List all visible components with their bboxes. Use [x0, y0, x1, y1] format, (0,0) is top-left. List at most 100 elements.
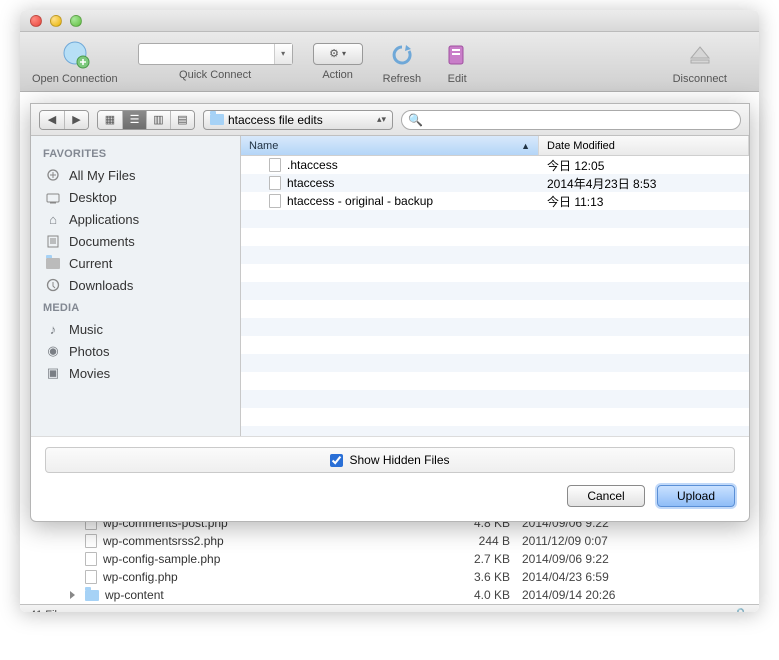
sidebar-item[interactable]: ⌂Applications: [31, 208, 240, 230]
disclosure-triangle-icon[interactable]: [70, 591, 75, 599]
sidebar-icon: [45, 277, 61, 293]
sidebar-item-label: Downloads: [69, 278, 133, 293]
globe-plus-icon: [59, 39, 91, 71]
document-icon: [85, 534, 97, 548]
icon-view-button[interactable]: ▦: [98, 111, 122, 129]
disconnect-label: Disconnect: [673, 73, 727, 85]
file-row[interactable]: htaccess - original - backup 今日 11:13: [241, 192, 749, 210]
sidebar-icon: [45, 167, 61, 183]
document-icon: [269, 194, 281, 208]
view-mode-selector[interactable]: ▦ ☰ ▥ ▤: [97, 110, 195, 130]
coverflow-view-button[interactable]: ▤: [170, 111, 194, 129]
sidebar-icon: [45, 189, 61, 205]
status-bar: 41 Files 🔒: [20, 604, 759, 612]
sidebar-icon: [45, 255, 61, 271]
file-row[interactable]: .htaccess 今日 12:05: [241, 156, 749, 174]
local-file-list: Name ▲ Date Modified .htaccess今日 12:05ht…: [241, 136, 749, 436]
sidebar-item-label: Documents: [69, 234, 135, 249]
folder-icon: [210, 114, 224, 125]
sidebar: FAVORITES All My Files Desktop ⌂Applicatio…: [31, 136, 241, 436]
chevron-updown-icon: ▴▾: [377, 114, 386, 125]
sidebar-item[interactable]: Current: [31, 252, 240, 274]
remote-file-row[interactable]: wp-config.php3.6 KB2014/04/23 6:59: [20, 568, 759, 586]
sidebar-item[interactable]: ♪Music: [31, 318, 240, 340]
refresh-button[interactable]: Refresh: [383, 39, 422, 85]
disconnect-button[interactable]: Disconnect: [673, 39, 727, 85]
refresh-label: Refresh: [383, 73, 422, 85]
file-name: htaccess - original - backup: [287, 194, 433, 208]
open-connection-button[interactable]: Open Connection: [32, 39, 118, 85]
open-connection-label: Open Connection: [32, 73, 118, 85]
file-date: 今日 12:05: [539, 157, 749, 174]
list-view-button[interactable]: ☰: [122, 111, 146, 129]
remote-file-row[interactable]: wp-commentsrss2.php244 B2011/12/09 0:07: [20, 532, 759, 550]
remote-file-row[interactable]: wp-content 4.0 KB2014/09/14 20:26: [20, 586, 759, 604]
edit-button[interactable]: Edit: [441, 39, 473, 85]
sidebar-item[interactable]: Desktop: [31, 186, 240, 208]
show-hidden-label: Show Hidden Files: [349, 453, 449, 467]
sidebar-item[interactable]: Downloads: [31, 274, 240, 296]
close-window-button[interactable]: [30, 15, 42, 27]
edit-label: Edit: [448, 73, 467, 85]
sidebar-icon: [45, 233, 61, 249]
file-date: 2014年4月23日 8:53: [539, 175, 749, 192]
show-hidden-checkbox[interactable]: [330, 454, 343, 467]
sidebar-media-heading: MEDIA: [31, 296, 240, 318]
edit-icon: [441, 39, 473, 71]
sidebar-item-label: Photos: [69, 344, 109, 359]
sidebar-favorites-heading: FAVORITES: [31, 142, 240, 164]
minimize-window-button[interactable]: [50, 15, 62, 27]
file-date: 今日 11:13: [539, 193, 749, 210]
action-button[interactable]: ⚙▾ Action: [313, 43, 363, 81]
refresh-icon: [386, 39, 418, 71]
sidebar-item-label: All My Files: [69, 168, 135, 183]
sidebar-item[interactable]: Documents: [31, 230, 240, 252]
sidebar-icon: ♪: [45, 321, 61, 337]
document-icon: [269, 158, 281, 172]
path-label: htaccess file edits: [228, 113, 323, 127]
sidebar-item-label: Desktop: [69, 190, 117, 205]
remote-file-name: wp-config.php: [103, 570, 178, 584]
remote-file-date: 2014/09/14 20:26: [510, 588, 670, 602]
remote-file-date: 2014/09/06 9:22: [510, 552, 670, 566]
forward-button[interactable]: ▶: [64, 111, 88, 129]
quick-connect-label: Quick Connect: [179, 69, 251, 81]
quick-connect-dropdown[interactable]: ▾: [274, 44, 292, 64]
remote-file-size: 4.0 KB: [450, 588, 510, 602]
search-input[interactable]: 🔍: [401, 110, 741, 130]
remote-file-size: 2.7 KB: [450, 552, 510, 566]
titlebar: [20, 10, 759, 32]
file-row[interactable]: htaccess2014年4月23日 8:53: [241, 174, 749, 192]
nav-back-forward[interactable]: ◀ ▶: [39, 110, 89, 130]
sidebar-icon: ▣: [45, 365, 61, 381]
path-dropdown[interactable]: htaccess file edits ▴▾: [203, 110, 393, 130]
column-header-date[interactable]: Date Modified: [539, 136, 749, 155]
column-header-name[interactable]: Name ▲: [241, 136, 539, 155]
show-hidden-checkbox-row[interactable]: Show Hidden Files: [45, 447, 735, 473]
remote-file-row[interactable]: wp-config-sample.php 2.7 KB2014/09/06 9:2…: [20, 550, 759, 568]
remote-file-name: wp-content: [105, 588, 164, 602]
sidebar-item[interactable]: All My Files: [31, 164, 240, 186]
document-icon: [85, 570, 97, 584]
action-label: Action: [322, 69, 353, 81]
upload-dialog: ◀ ▶ ▦ ☰ ▥ ▤ htaccess file edits ▴▾ 🔍 FAV…: [30, 103, 750, 522]
sidebar-icon: ⌂: [45, 211, 61, 227]
dialog-toolbar: ◀ ▶ ▦ ☰ ▥ ▤ htaccess file edits ▴▾ 🔍: [31, 104, 749, 136]
zoom-window-button[interactable]: [70, 15, 82, 27]
file-name: .htaccess: [287, 158, 338, 172]
remote-file-size: 244 B: [450, 534, 510, 548]
column-view-button[interactable]: ▥: [146, 111, 170, 129]
quick-connect-input[interactable]: ▾: [138, 43, 293, 65]
upload-button[interactable]: Upload: [657, 485, 735, 507]
sidebar-item[interactable]: ◉ Photos: [31, 340, 240, 362]
sidebar-icon: ◉: [45, 343, 61, 359]
lock-icon: 🔒: [733, 607, 749, 613]
sidebar-item[interactable]: ▣Movies: [31, 362, 240, 384]
document-icon: [85, 552, 97, 566]
back-button[interactable]: ◀: [40, 111, 64, 129]
sort-asc-icon: ▲: [521, 141, 530, 151]
cancel-button[interactable]: Cancel: [567, 485, 645, 507]
eject-icon: [684, 39, 716, 71]
main-toolbar: Open Connection ▾ Quick Connect ⚙▾ Actio…: [20, 32, 759, 92]
remote-file-name: wp-config-sample.php: [103, 552, 220, 566]
